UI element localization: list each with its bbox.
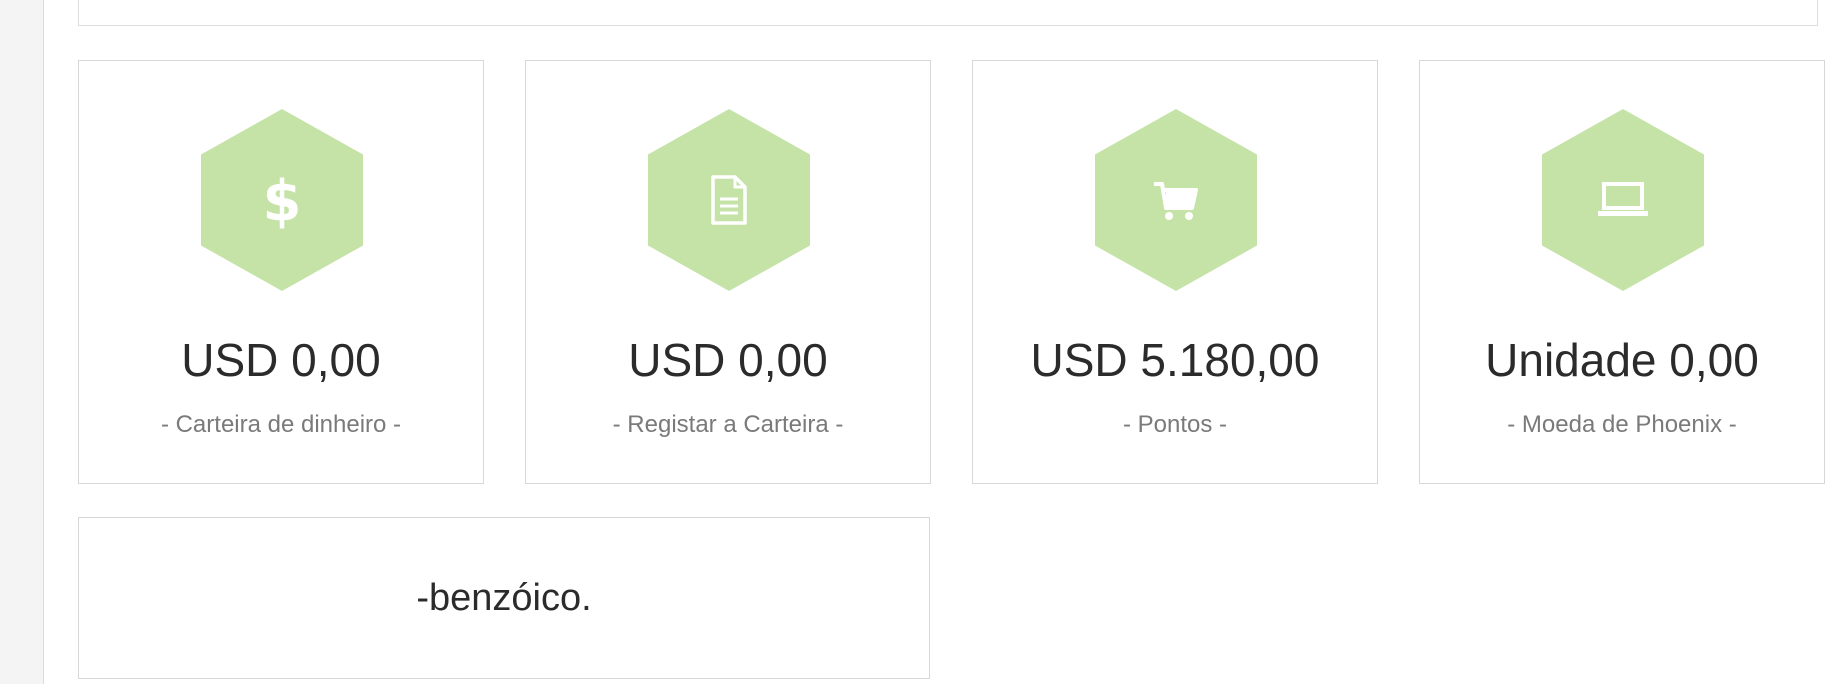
card-amount: USD 0,00 — [628, 334, 828, 386]
left-sidebar-rail — [0, 0, 44, 684]
card-amount: USD 5.180,00 — [1030, 334, 1320, 386]
document-icon — [648, 109, 810, 291]
laptop-icon — [1542, 109, 1704, 291]
card-caption: - Carteira de dinheiro - — [160, 411, 402, 438]
card-caption: - Registar a Carteira - — [612, 411, 844, 438]
dollar-icon: $ — [201, 109, 363, 291]
wallet-card-register: USD 0,00 - Registar a Carteira - — [525, 60, 931, 484]
svg-text:$: $ — [263, 169, 302, 232]
note-text: -benzóico. — [416, 576, 592, 619]
card-caption: - Moeda de Phoenix - — [1507, 411, 1737, 438]
wallet-card-phoenix: Unidade 0,00 - Moeda de Phoenix - — [1419, 60, 1825, 484]
card-amount: Unidade 0,00 — [1485, 334, 1759, 386]
top-panel — [78, 0, 1818, 26]
wallet-summary-page: $ USD 0,00 - Carteira de dinheiro - USD … — [0, 0, 1836, 684]
shopping-cart-icon — [1095, 109, 1257, 291]
card-amount: USD 0,00 — [181, 334, 381, 386]
wallet-card-points: USD 5.180,00 - Pontos - — [972, 60, 1378, 484]
wallet-card-cash: $ USD 0,00 - Carteira de dinheiro - — [78, 60, 484, 484]
note-box: -benzóico. — [78, 517, 930, 679]
card-caption: - Pontos - — [1122, 411, 1228, 438]
